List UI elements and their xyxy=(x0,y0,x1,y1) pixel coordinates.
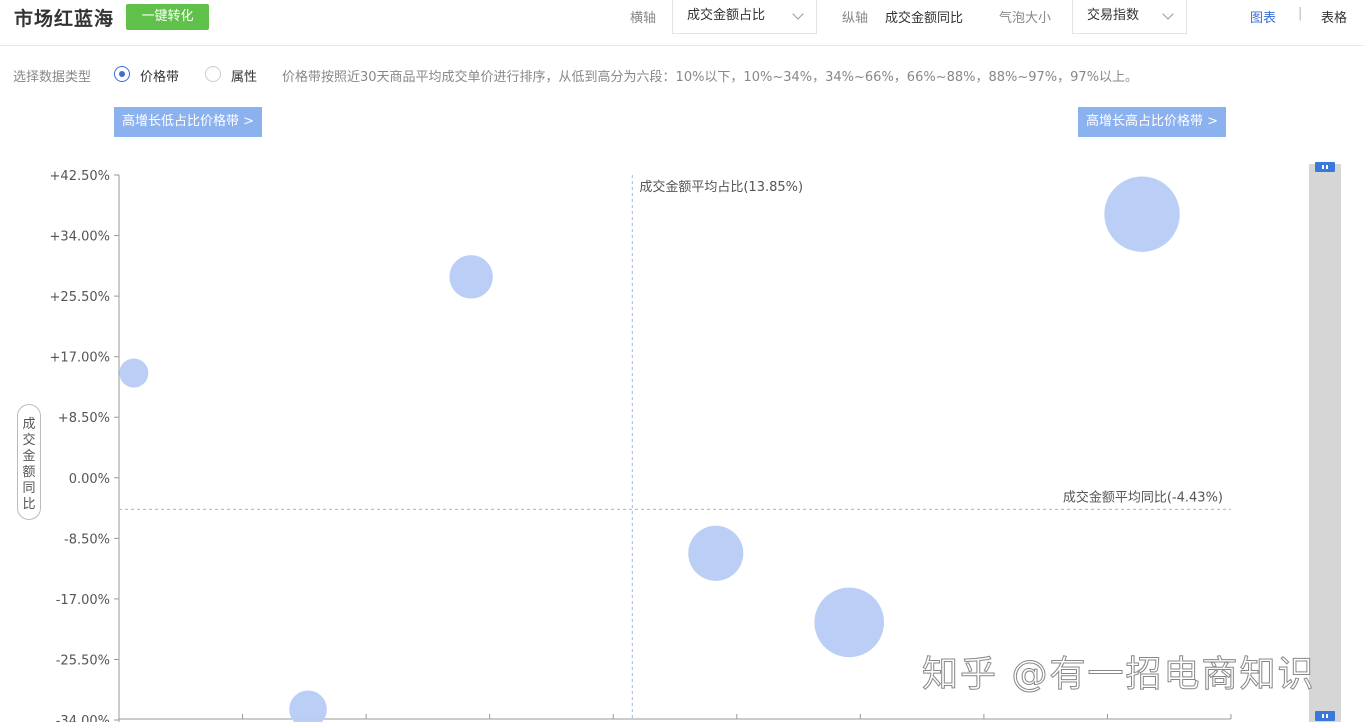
y-axis-title-pill: 成交金额同比 xyxy=(17,404,41,520)
data-bubble xyxy=(1104,176,1180,252)
data-bubble xyxy=(688,525,744,581)
scroll-handle-top[interactable] xyxy=(1315,162,1335,172)
data-bubble xyxy=(289,690,327,722)
y-tick-label: -8.50% xyxy=(64,532,110,547)
y-tick-label: +34.00% xyxy=(50,230,110,245)
y-tick-label: -17.00% xyxy=(56,593,110,608)
y-tick-label: +42.50% xyxy=(50,169,110,184)
y-tick-label: +25.50% xyxy=(50,290,110,305)
x-average-label: 成交金额平均占比(13.85%) xyxy=(639,179,803,195)
data-bubble xyxy=(449,255,493,299)
watermark: 知乎 @有一招电商知识 xyxy=(921,654,1316,696)
scroll-handle-bottom[interactable] xyxy=(1315,711,1335,721)
y-tick-label: +17.00% xyxy=(50,351,110,366)
data-bubble xyxy=(119,358,149,388)
y-tick-label: 0.00% xyxy=(69,472,110,487)
y-tick-label: -34.00% xyxy=(56,714,110,722)
bubble-chart: +42.50% +34.00% +25.50% +17.00% +8.50% 0.00% -… xyxy=(50,169,1232,722)
y-axis-title: 成交金额同比 xyxy=(22,417,36,512)
y-tick-label: +8.50% xyxy=(58,411,110,426)
vertical-scrollbar[interactable] xyxy=(1309,162,1341,722)
y-tick-label: -25.50% xyxy=(56,653,110,668)
data-bubble xyxy=(814,587,885,658)
y-average-label: 成交金额平均同比(-4.43%) xyxy=(1063,489,1223,505)
